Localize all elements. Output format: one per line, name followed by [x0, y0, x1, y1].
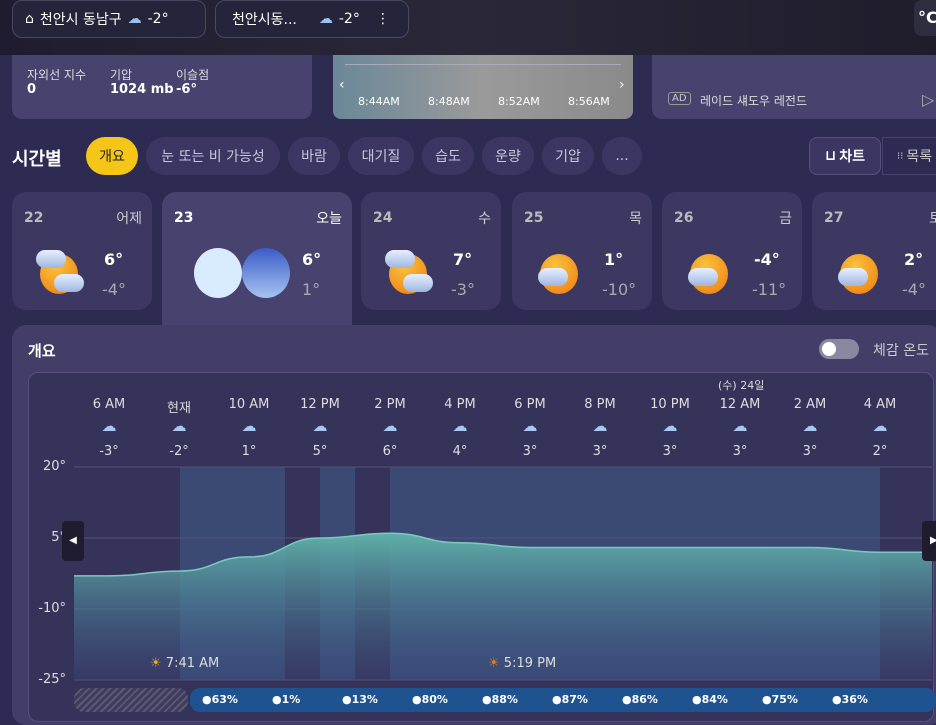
precip-chance: ●36%	[832, 693, 868, 706]
precip-chance: ●75%	[762, 693, 798, 706]
drop-icon: ●	[272, 693, 282, 706]
weather-icon: ☁	[732, 417, 748, 435]
hour-temp: 1°	[241, 444, 257, 459]
hour-label: 4 AM	[863, 397, 897, 412]
weather-icon: ☁	[101, 417, 117, 435]
hour-label: 6 PM	[514, 397, 546, 412]
hour-label: 6 AM	[92, 397, 126, 412]
drop-icon: ●	[622, 693, 632, 706]
next-day-label: (수) 24일	[718, 379, 765, 392]
weather-icon: ☁	[452, 417, 468, 435]
weather-icon: ☁	[522, 417, 538, 435]
weather-icon: ☁	[171, 417, 187, 435]
drop-icon: ●	[762, 693, 772, 706]
sunset-icon: ☀	[488, 656, 500, 671]
drop-icon: ●	[342, 693, 352, 706]
drop-icon: ●	[412, 693, 422, 706]
drop-icon: ●	[202, 693, 212, 706]
hour-label: 4 PM	[444, 397, 476, 412]
weather-icon: ☁	[382, 417, 398, 435]
sunset: ☀ 5:19 PM	[488, 656, 557, 671]
temperature-plot	[74, 466, 932, 681]
hour-temp: 3°	[802, 444, 818, 459]
weather-icon: ☁	[802, 417, 818, 435]
hour-temp: -2°	[169, 444, 189, 459]
weather-icon: ☁	[872, 417, 888, 435]
precip-chance: ●86%	[622, 693, 658, 706]
hour-label: 8 PM	[584, 397, 616, 412]
hour-label: 2 PM	[374, 397, 406, 412]
hour-label: 12 AM	[719, 397, 761, 412]
y-tick: -25°	[38, 672, 66, 687]
precip-chance: ●1%	[272, 693, 301, 706]
hour-temp: 2°	[872, 444, 888, 459]
scroll-right-button[interactable]: ▶	[922, 521, 936, 561]
precip-past	[74, 688, 188, 712]
weather-icon: ☁	[592, 417, 608, 435]
y-tick: -10°	[38, 601, 66, 616]
precip-chance: ●80%	[412, 693, 448, 706]
hour-label: 12 PM	[300, 397, 340, 412]
drop-icon: ●	[832, 693, 842, 706]
hour-temp: 3°	[662, 444, 678, 459]
hour-temp: 3°	[592, 444, 608, 459]
precip-chance: ●84%	[692, 693, 728, 706]
weather-icon: ☁	[312, 417, 328, 435]
hour-label: 10 PM	[650, 397, 690, 412]
precip-chance: ●63%	[202, 693, 238, 706]
drop-icon: ●	[692, 693, 702, 706]
hour-label: 현재	[167, 401, 191, 416]
y-tick: 20°	[42, 459, 66, 474]
drop-icon: ●	[552, 693, 562, 706]
scroll-left-button[interactable]: ◀	[62, 521, 84, 561]
hour-temp: 6°	[382, 444, 398, 459]
drop-icon: ●	[482, 693, 492, 706]
hour-temp: 3°	[732, 444, 748, 459]
hour-label: 2 AM	[793, 397, 827, 412]
weather-icon: ☁	[241, 417, 257, 435]
sunrise-icon: ☀	[150, 656, 162, 671]
sunrise: ☀ 7:41 AM	[150, 656, 220, 671]
hour-label: 10 AM	[228, 397, 270, 412]
precip-chance: ●88%	[482, 693, 518, 706]
hour-temp: -3°	[99, 444, 119, 459]
precip-chance: ●13%	[342, 693, 378, 706]
hour-temp: 5°	[312, 444, 328, 459]
hour-temp: 3°	[522, 444, 538, 459]
weather-icon: ☁	[662, 417, 678, 435]
hour-temp: 4°	[452, 444, 468, 459]
precip-chance: ●87%	[552, 693, 588, 706]
